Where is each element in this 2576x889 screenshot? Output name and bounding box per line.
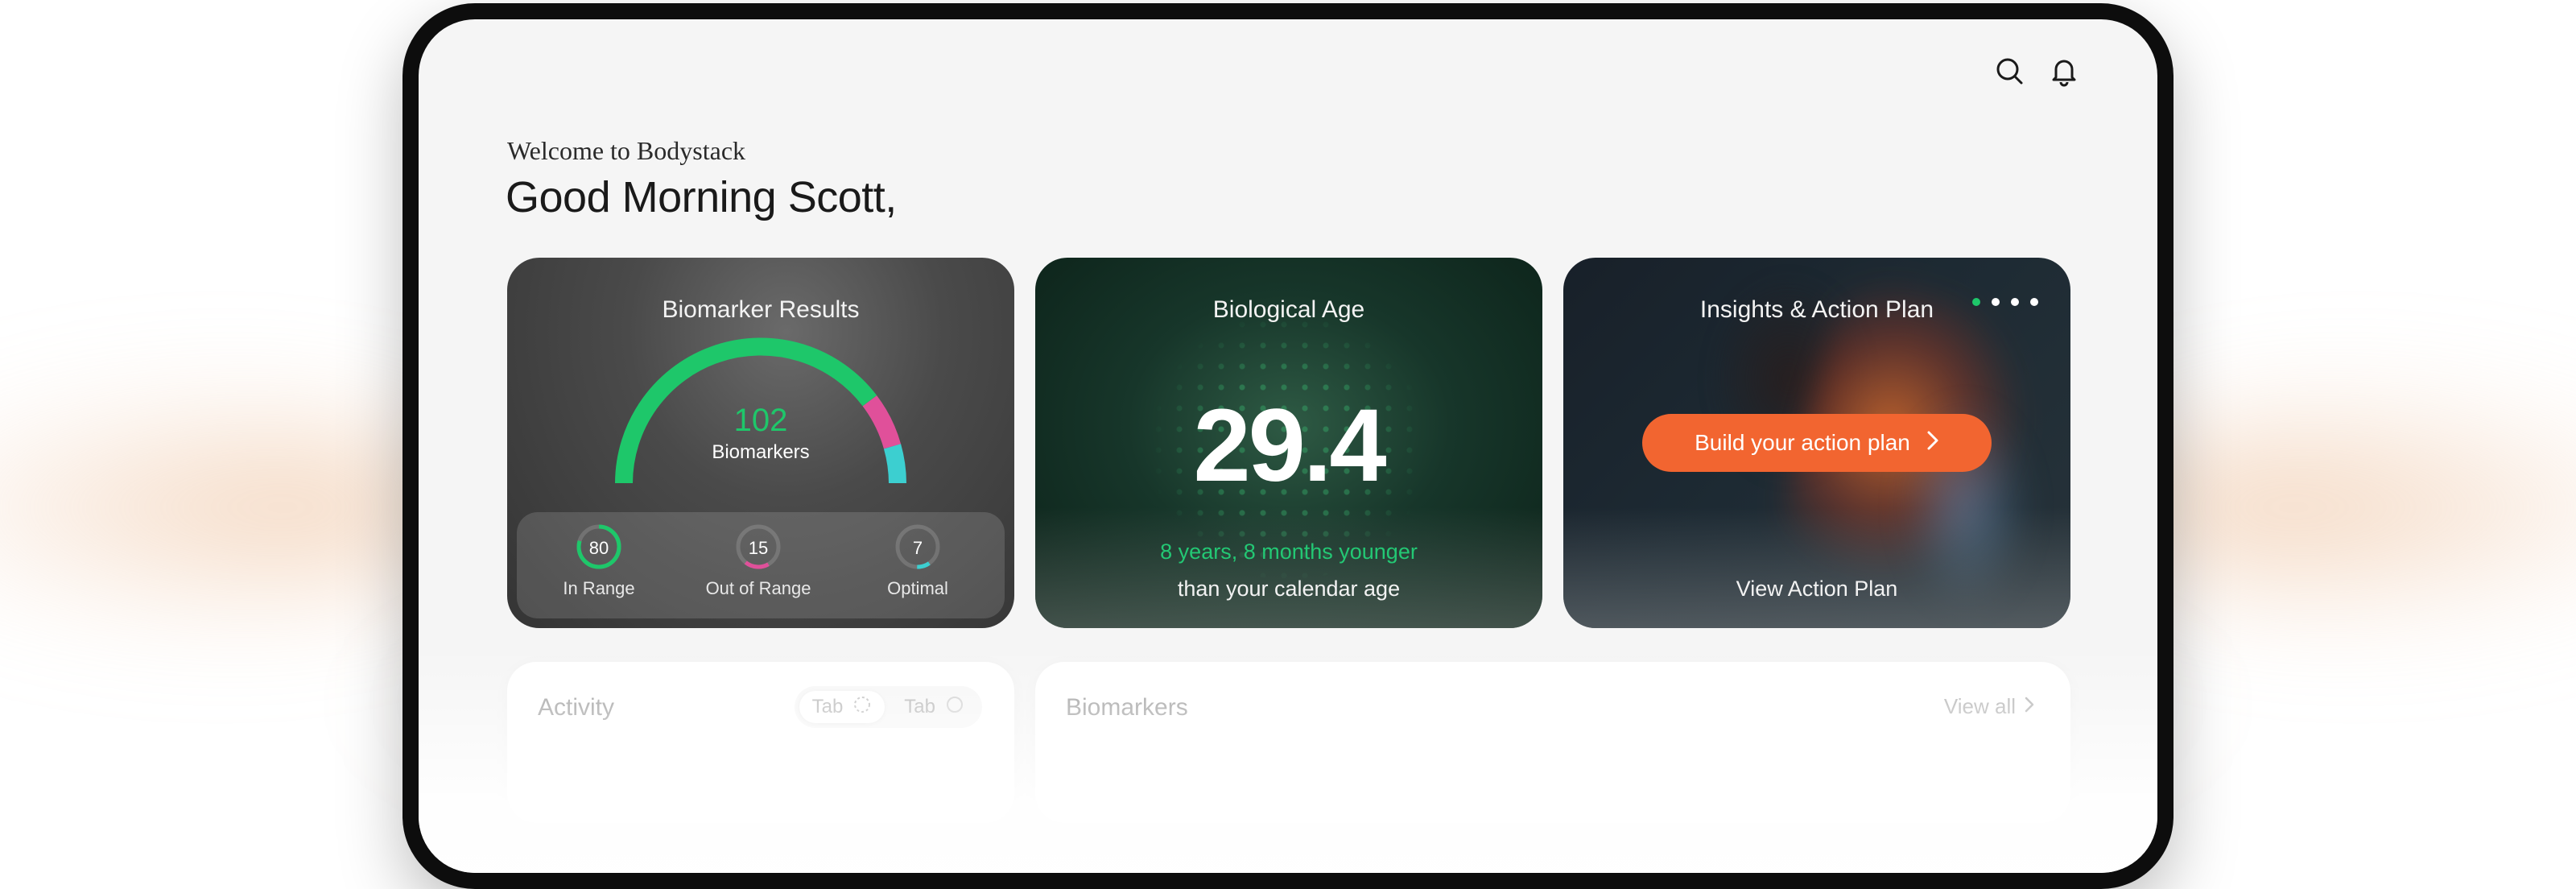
biomarkers-panel: Biomarkers View all xyxy=(1035,662,2070,823)
panel-title: Biomarkers xyxy=(1066,694,1188,721)
tab-1[interactable]: Tab xyxy=(799,691,886,723)
stats-panel: 80 In Range 15 Out of Range 7 Optimal xyxy=(517,512,1005,618)
page-title: Good Morning Scott, xyxy=(506,173,897,221)
biomarker-results-card[interactable]: Biomarker Results 102 Biomarkers 80 In R… xyxy=(507,258,1014,628)
stat-label: Optimal xyxy=(887,578,948,598)
chevron-right-icon xyxy=(1926,430,1939,457)
bell-icon[interactable] xyxy=(2048,55,2080,87)
biological-age-card[interactable]: Biological Age 29.4 8 years, 8 months yo… xyxy=(1035,258,1542,628)
stat-value: 7 xyxy=(912,538,923,558)
age-difference: 8 years, 8 months younger xyxy=(1160,540,1418,564)
insights-card[interactable]: Insights & Action Plan Build your action… xyxy=(1563,258,2070,628)
pager-dot[interactable] xyxy=(2030,298,2038,306)
pager-dot[interactable] xyxy=(2011,298,2019,306)
stat-label: Out of Range xyxy=(705,578,811,598)
pager-dot[interactable] xyxy=(1972,298,1980,306)
tablet-frame: Welcome to Bodystack Good Morning Scott,… xyxy=(402,3,2174,889)
background-glow-right xyxy=(2109,403,2576,612)
loading-icon xyxy=(945,695,964,720)
biological-age-value: 29.4 xyxy=(1193,388,1386,503)
stat-label: In Range xyxy=(563,578,635,598)
activity-panel: Activity Tab Tab xyxy=(507,662,1014,823)
tab-label: Tab xyxy=(904,696,935,717)
top-toolbar xyxy=(1993,55,2080,87)
build-action-plan-button[interactable]: Build your action plan xyxy=(1642,414,1992,472)
search-icon[interactable] xyxy=(1993,55,2025,87)
stat-optimal[interactable]: 7 Optimal xyxy=(845,523,990,599)
activity-tabs: Tab Tab xyxy=(794,686,982,728)
age-subtitle: than your calendar age xyxy=(1177,577,1401,601)
carousel-pager[interactable] xyxy=(1972,298,2038,306)
biomarker-total-label: Biomarkers xyxy=(712,441,810,463)
view-all-link[interactable]: View all xyxy=(1944,694,2035,719)
stat-value: 80 xyxy=(588,538,609,558)
card-fog-decoration xyxy=(1035,507,1542,628)
card-title: Biomarker Results xyxy=(662,296,860,323)
card-title: Biological Age xyxy=(1212,296,1365,323)
card-fog-decoration xyxy=(1563,507,2070,628)
biomarker-total: 102 xyxy=(733,403,788,438)
stat-out-of-range[interactable]: 15 Out of Range xyxy=(686,523,831,599)
panel-title: Activity xyxy=(538,694,615,721)
chevron-right-icon xyxy=(2024,694,2035,719)
view-all-label: View all xyxy=(1943,694,2016,718)
pager-dot[interactable] xyxy=(1992,298,2000,306)
view-action-plan-link[interactable]: View Action Plan xyxy=(1563,577,2070,602)
stat-in-range[interactable]: 80 In Range xyxy=(526,523,671,599)
background-glow-left xyxy=(0,403,467,612)
tab-2[interactable]: Tab xyxy=(891,691,977,723)
welcome-text: Welcome to Bodystack xyxy=(507,136,746,165)
stat-value: 15 xyxy=(748,538,769,558)
app-screen: Welcome to Bodystack Good Morning Scott,… xyxy=(419,19,2157,873)
cta-label: Build your action plan xyxy=(1695,430,1910,455)
tab-label: Tab xyxy=(811,696,844,717)
loading-icon xyxy=(852,695,872,720)
